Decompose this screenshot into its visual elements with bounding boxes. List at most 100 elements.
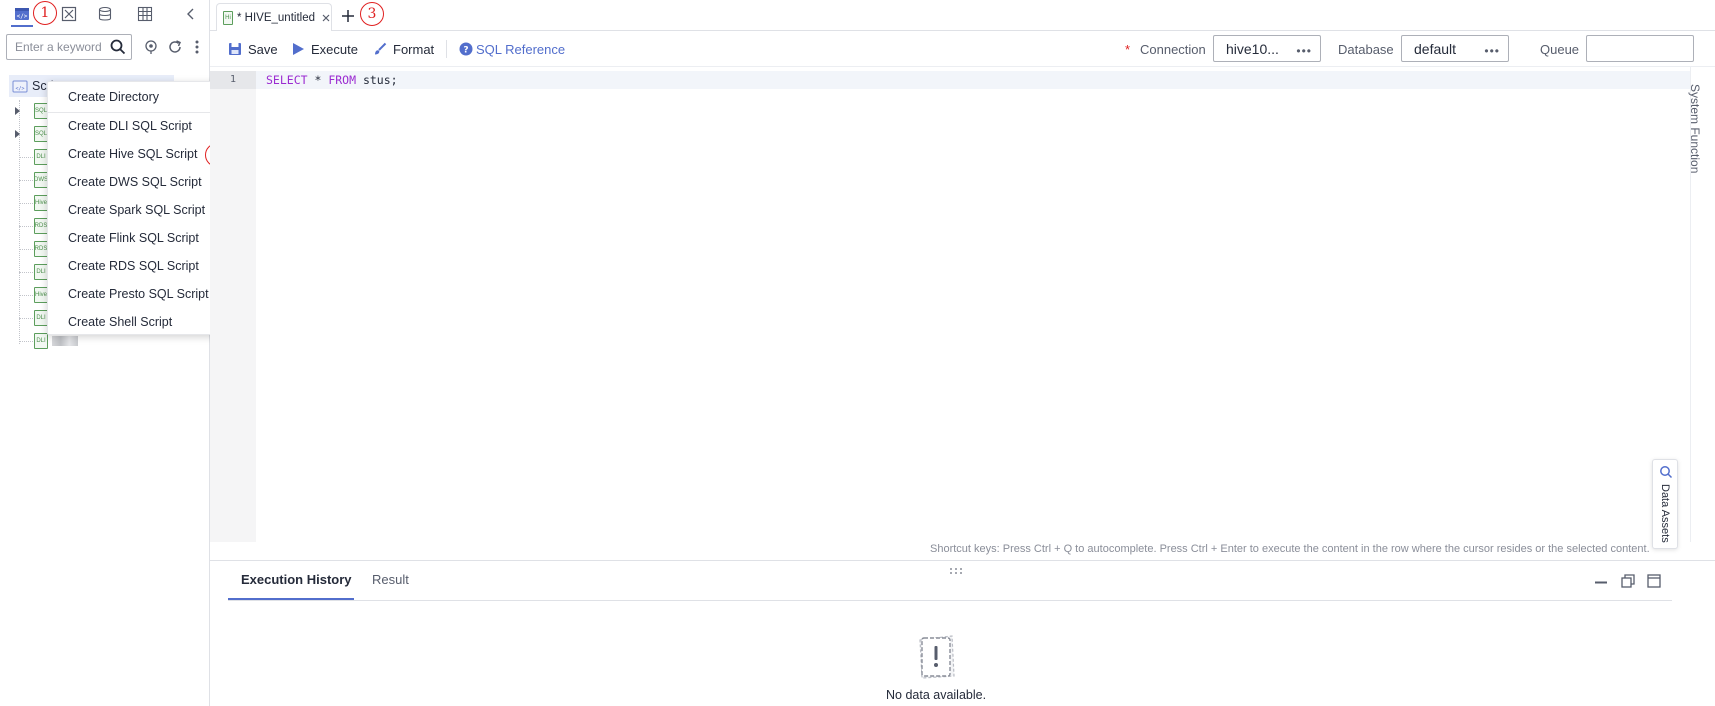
script-file-icon[interactable]: SQL <box>34 126 48 142</box>
database-value: default <box>1414 40 1457 57</box>
empty-data-icon <box>912 632 960 682</box>
toolbar-divider <box>446 40 447 58</box>
more-vertical-icon[interactable] <box>194 39 200 58</box>
tree-branch-line <box>19 180 33 181</box>
script-file-icon[interactable]: SQL <box>34 103 48 119</box>
menu-item-create-dli-sql-script[interactable]: Create DLI SQL Script <box>68 116 192 136</box>
search-box <box>6 34 132 60</box>
format-button[interactable]: Format <box>373 40 434 58</box>
svg-text:</>: </> <box>17 13 28 20</box>
annotation-label: 3 <box>367 6 377 22</box>
minimize-icon[interactable] <box>1594 575 1608 592</box>
tab-execution-history[interactable]: Execution History <box>241 572 352 587</box>
active-tab-indicator <box>11 25 33 27</box>
tree-branch-line <box>19 295 33 296</box>
save-button[interactable]: Save <box>228 40 278 58</box>
menu-item-create-spark-sql-script[interactable]: Create Spark SQL Script <box>68 200 205 220</box>
close-icon[interactable] <box>321 13 331 23</box>
context-menu: Create Directory Create DLI SQL Script C… <box>47 81 233 335</box>
search-icon[interactable] <box>109 38 127 59</box>
menu-item-create-rds-sql-script[interactable]: Create RDS SQL Script <box>68 256 199 276</box>
database-label: Database <box>1338 42 1394 57</box>
code-text: * <box>307 73 329 87</box>
database-select[interactable]: default ••• <box>1401 35 1509 62</box>
panel-divider[interactable] <box>210 560 1715 561</box>
search-icon <box>1659 465 1673 482</box>
database-icon[interactable] <box>94 4 116 24</box>
connection-label: Connection <box>1140 42 1206 57</box>
code-editor[interactable]: SELECT * FROM stus; <box>266 71 398 89</box>
script-file-icon[interactable]: Hive <box>34 195 48 211</box>
location-icon[interactable] <box>143 39 159 58</box>
tab-bar: Hi * HIVE_untitled <box>210 0 1715 31</box>
data-assets-label[interactable]: Data Assets <box>1659 484 1671 543</box>
drag-handle-icon[interactable] <box>948 563 964 578</box>
script-icon[interactable]: </> <box>11 4 33 24</box>
script-file-icon[interactable]: Hive <box>34 287 48 303</box>
line-number: 1 <box>210 71 256 89</box>
menu-item-create-hive-sql-script[interactable]: Create Hive SQL Script <box>68 144 197 164</box>
sql-keyword: FROM <box>328 73 357 87</box>
menu-item-create-presto-sql-script[interactable]: Create Presto SQL Script <box>68 284 209 304</box>
connection-value: hive10... <box>1226 40 1279 57</box>
plus-icon[interactable] <box>341 9 355 26</box>
brush-icon <box>375 42 387 55</box>
menu-item-create-dws-sql-script[interactable]: Create DWS SQL Script <box>68 172 202 192</box>
tab-hive-untitled[interactable]: Hi * HIVE_untitled <box>216 3 332 31</box>
format-label: Format <box>393 41 435 57</box>
sql-keyword: SELECT <box>266 73 308 87</box>
tab-label: * HIVE_untitled <box>237 11 315 24</box>
menu-divider <box>48 112 232 113</box>
hive-file-icon: Hi <box>223 10 233 25</box>
system-function-label[interactable]: System Function <box>1688 84 1702 173</box>
tree-branch-line <box>19 226 33 227</box>
tab-result[interactable]: Result <box>372 572 409 587</box>
queue-select[interactable] <box>1586 35 1694 62</box>
more-icon[interactable]: ••• <box>1296 44 1312 58</box>
job-icon[interactable] <box>58 4 80 24</box>
menu-item-create-shell-script[interactable]: Create Shell Script <box>68 312 172 332</box>
expand-caret-icon[interactable] <box>15 107 20 115</box>
svg-text:</>: </> <box>15 86 24 92</box>
save-label: Save <box>248 41 278 57</box>
sql-reference-link[interactable]: ? SQL Reference <box>459 40 565 58</box>
play-icon <box>293 43 304 55</box>
execute-button[interactable]: Execute <box>292 40 358 58</box>
script-file-icon[interactable]: RDS <box>34 241 48 257</box>
help-icon: ? <box>459 42 473 56</box>
search-input[interactable] <box>7 36 107 58</box>
restore-icon[interactable] <box>1621 574 1635 591</box>
tree-branch-line <box>19 272 33 273</box>
table-icon[interactable] <box>134 4 156 24</box>
chevron-left-icon[interactable] <box>180 4 202 24</box>
svg-text:?: ? <box>463 46 468 56</box>
refresh-icon[interactable] <box>167 39 183 58</box>
script-file-icon[interactable]: RDS <box>34 218 48 234</box>
shortcut-hint: Shortcut keys: Press Ctrl + Q to autocom… <box>930 543 1650 555</box>
save-icon <box>229 43 241 55</box>
required-mark: * <box>1125 42 1131 57</box>
tree-branch-line <box>19 157 33 158</box>
script-file-icon[interactable]: DWS <box>34 172 48 188</box>
panel-tab-divider <box>228 600 1672 601</box>
expand-caret-icon[interactable] <box>15 130 20 138</box>
script-file-icon[interactable]: DLI <box>34 264 48 280</box>
editor-toolbar: Save Execute Format ? SQL Reference * Co… <box>210 31 1715 67</box>
menu-item-create-flink-sql-script[interactable]: Create Flink SQL Script <box>68 228 199 248</box>
menu-item-create-directory[interactable]: Create Directory <box>68 87 159 107</box>
script-file-icon[interactable]: DLI <box>34 310 48 326</box>
script-file-icon[interactable]: DLI <box>34 149 48 165</box>
tree-branch-line <box>19 318 33 319</box>
more-icon[interactable]: ••• <box>1484 44 1500 58</box>
empty-state-text: No data available. <box>886 688 987 702</box>
queue-label: Queue <box>1540 42 1580 57</box>
annotation-marker-3: 3 <box>360 2 384 26</box>
annotation-label: 1 <box>40 5 50 21</box>
execute-label: Execute <box>311 41 358 57</box>
maximize-icon[interactable] <box>1647 574 1661 591</box>
connection-select[interactable]: hive10... ••• <box>1213 35 1321 62</box>
line-gutter: 1 <box>210 71 256 542</box>
tree-branch-line <box>19 341 33 342</box>
sql-reference-label: SQL Reference <box>476 41 566 57</box>
script-file-icon[interactable]: DLI <box>34 333 48 349</box>
